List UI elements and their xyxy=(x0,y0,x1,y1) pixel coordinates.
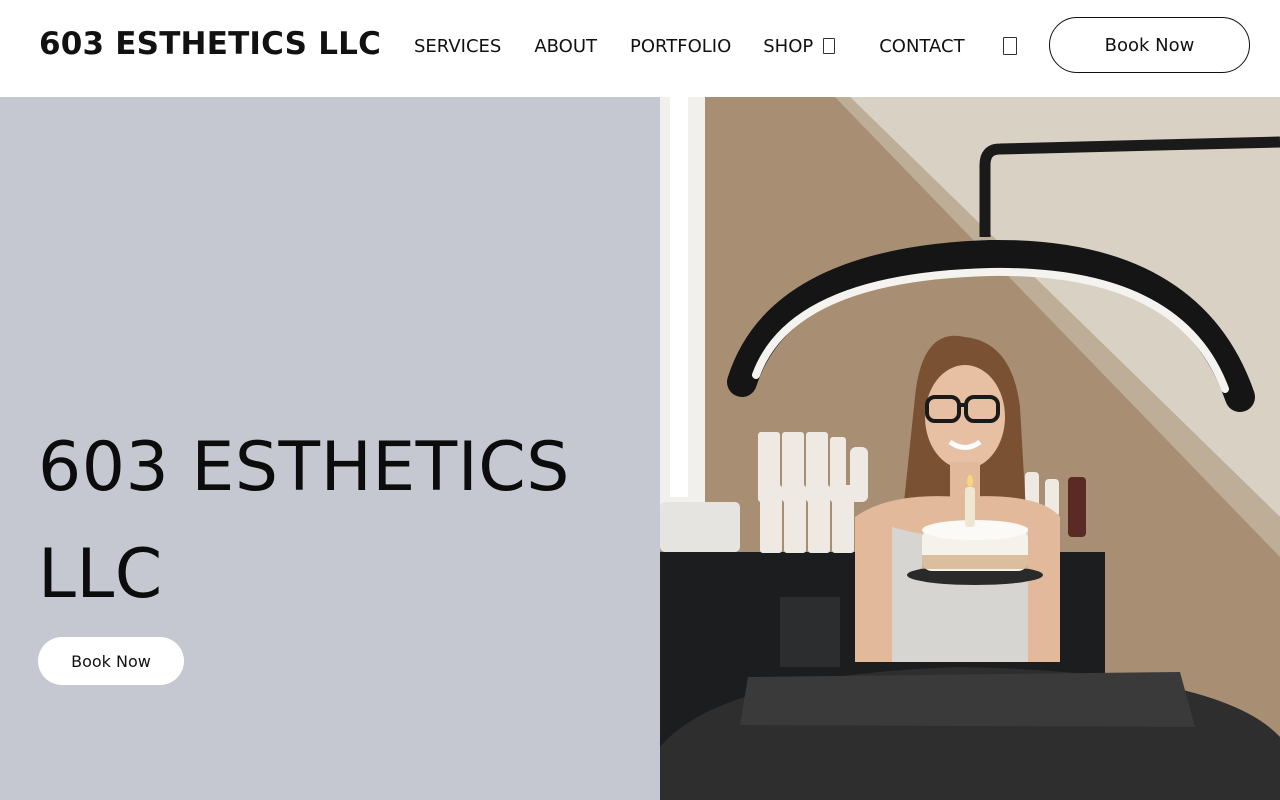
site-logo[interactable]: 603 ESTHETICS LLC xyxy=(39,26,381,62)
book-now-hero-button[interactable]: Book Now xyxy=(38,637,184,685)
chevron-down-icon xyxy=(823,38,836,54)
nav-about[interactable]: ABOUT xyxy=(534,36,597,57)
nav-services[interactable]: SERVICES xyxy=(414,36,501,57)
book-now-header-button[interactable]: Book Now xyxy=(1049,17,1250,73)
nav-shop[interactable]: SHOP xyxy=(763,35,836,57)
hero-title: 603 ESTHETICS LLC xyxy=(38,428,570,614)
hero-photo xyxy=(660,97,1280,800)
main-nav: SERVICES ABOUT PORTFOLIO SHOP CONTACT xyxy=(414,32,1017,60)
nav-contact[interactable]: CONTACT xyxy=(879,36,964,57)
nav-portfolio[interactable]: PORTFOLIO xyxy=(630,36,731,57)
nav-shop-label: SHOP xyxy=(763,35,814,57)
cart-icon[interactable] xyxy=(1002,37,1017,55)
site-header: 603 ESTHETICS LLC SERVICES ABOUT PORTFOL… xyxy=(0,0,1280,97)
